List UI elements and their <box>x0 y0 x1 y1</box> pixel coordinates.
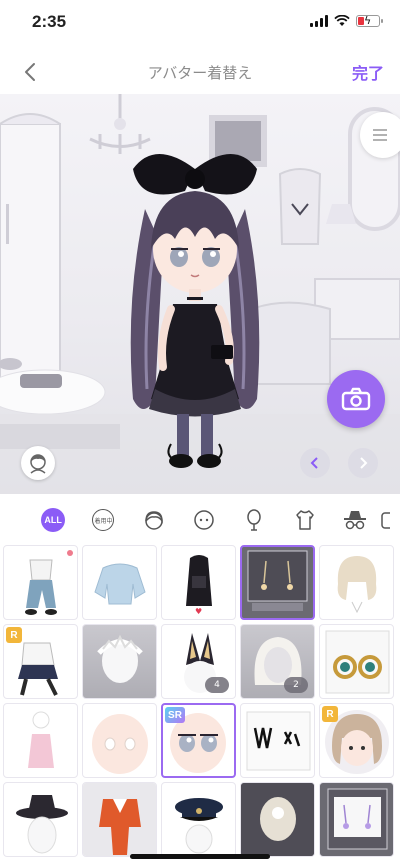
item-blank-face[interactable] <box>82 703 157 778</box>
police-cap-thumb <box>175 798 223 854</box>
earring-card-thumb <box>247 550 308 611</box>
rarity-badge: R <box>322 706 338 722</box>
item-orange-suit[interactable] <box>82 782 157 857</box>
blue-sweater-thumb <box>94 563 146 605</box>
tab-all[interactable]: ALL <box>28 503 78 537</box>
home-indicator <box>130 854 270 859</box>
item-gray-eyes[interactable]: SR <box>161 703 236 778</box>
blonde-short-hair-thumb <box>337 556 377 614</box>
status-time: 2:35 <box>32 12 67 31</box>
purple-earring-card-thumb <box>327 788 388 850</box>
gold-earrings-thumb <box>325 630 390 694</box>
face-toggle-button[interactable] <box>21 446 55 480</box>
top-icon <box>296 510 314 530</box>
rarity-badge: SR <box>165 707 185 723</box>
item-gold-earrings[interactable] <box>319 624 394 699</box>
item-count: 2 <box>284 677 308 693</box>
avatar-stage <box>0 94 400 494</box>
item-count: 4 <box>205 677 229 693</box>
sparkle-light-thumb <box>241 783 314 856</box>
item-black-backpack[interactable]: ♥ <box>161 545 236 620</box>
blank-face-thumb <box>92 714 148 774</box>
tab-more[interactable] <box>380 503 400 537</box>
orange-suit-thumb <box>83 783 156 856</box>
rarity-badge: R <box>6 627 22 643</box>
item-grid: ♥ R 4 2 SR R <box>3 545 400 857</box>
pink-dress-thumb <box>28 711 54 768</box>
status-icons: ϟ <box>310 14 383 27</box>
tab-face[interactable] <box>179 503 229 537</box>
new-dot <box>67 550 73 556</box>
face-icon <box>194 510 214 530</box>
item-blue-sweater[interactable] <box>82 545 157 620</box>
black-lace-choker-thumb <box>246 711 311 771</box>
more-icon <box>381 512 391 529</box>
arrow-left-icon <box>310 457 318 469</box>
item-black-lace-choker[interactable] <box>240 703 315 778</box>
jeans-outfit-thumb <box>25 559 57 615</box>
status-bar: 2:35 ϟ <box>0 0 400 46</box>
hair-icon <box>145 511 163 530</box>
camera-icon <box>341 387 371 411</box>
avatar-character <box>130 154 260 468</box>
battery-icon: ϟ <box>356 14 383 27</box>
menu-button[interactable] <box>360 112 400 158</box>
item-fox-ears[interactable]: 4 <box>161 624 236 699</box>
wearing-icon: 着用中 <box>92 509 115 531</box>
item-blonde-short-hair[interactable] <box>319 545 394 620</box>
tab-wearing[interactable]: 着用中 <box>78 503 128 537</box>
signal-icon <box>310 15 328 27</box>
item-police-cap[interactable] <box>161 782 236 857</box>
item-sparkle-light[interactable] <box>240 782 315 857</box>
item-checker-skirt-outfit[interactable]: R <box>3 624 78 699</box>
all-badge: ALL <box>41 508 66 532</box>
item-earring-card[interactable] <box>240 545 315 620</box>
wifi-icon <box>334 15 350 26</box>
mirror-icon <box>247 509 262 531</box>
item-pink-dress[interactable] <box>3 703 78 778</box>
face-icon <box>30 454 46 474</box>
favorite-icon: ♥ <box>195 607 203 616</box>
menu-icon <box>373 129 387 141</box>
item-jeans-outfit[interactable] <box>3 545 78 620</box>
next-button[interactable] <box>348 448 378 478</box>
category-bar: ALL 着用中 <box>0 500 400 540</box>
item-white-hood[interactable]: 2 <box>240 624 315 699</box>
tab-tops[interactable] <box>280 503 330 537</box>
item-girl-face[interactable]: R <box>319 703 394 778</box>
item-white-lace-headpiece[interactable] <box>82 624 157 699</box>
black-hat-thumb <box>16 795 68 854</box>
done-button[interactable]: 完了 <box>352 60 384 84</box>
camera-button[interactable] <box>327 370 385 428</box>
tab-makeup[interactable] <box>229 503 279 537</box>
nav-bar: アバター着替え 完了 <box>0 50 400 94</box>
white-lace-headpiece-thumb <box>97 634 143 683</box>
page-title: アバター着替え <box>147 64 253 82</box>
tab-hair[interactable] <box>129 503 179 537</box>
prev-button[interactable] <box>300 448 330 478</box>
item-purple-earring-card[interactable] <box>319 782 394 857</box>
tab-hats[interactable] <box>330 503 380 537</box>
item-black-hat[interactable] <box>3 782 78 857</box>
arrow-right-icon <box>360 457 368 469</box>
hat-icon <box>344 511 367 530</box>
